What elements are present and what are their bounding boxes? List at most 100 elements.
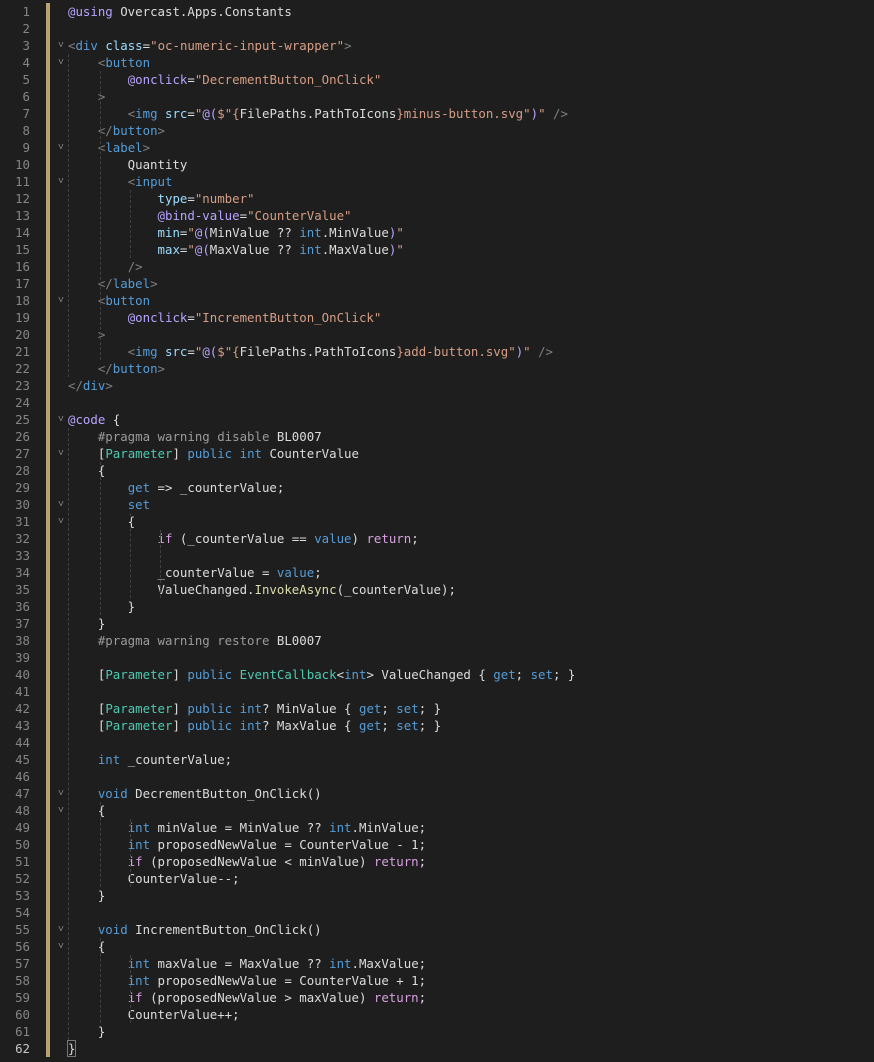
code-token: ValueChanged. — [68, 582, 255, 597]
code-line[interactable]: 59 if (proposedNewValue > maxValue) retu… — [0, 989, 874, 1006]
code-line[interactable]: 58 int proposedNewValue = CounterValue +… — [0, 972, 874, 989]
code-line[interactable]: 28 { — [0, 462, 874, 479]
code-line[interactable]: 12 type="number" — [0, 190, 874, 207]
fold-chevron-icon[interactable]: ˅ — [56, 411, 66, 428]
line-number: 23 — [15, 378, 30, 393]
code-line[interactable]: 53 } — [0, 887, 874, 904]
fold-chevron-icon[interactable]: ˅ — [56, 292, 66, 309]
code-line[interactable]: 31 ˅ { — [0, 513, 874, 530]
code-line[interactable]: 21 <img src="@($"{FilePaths.PathToIcons}… — [0, 343, 874, 360]
code-line[interactable]: 7 <img src="@($"{FilePaths.PathToIcons}m… — [0, 105, 874, 122]
code-line[interactable]: 41 — [0, 683, 874, 700]
code-line[interactable]: 6 > — [0, 88, 874, 105]
fold-chevron-icon[interactable]: ˅ — [56, 496, 66, 513]
fold-chevron-icon[interactable]: ˅ — [56, 445, 66, 462]
code-line[interactable]: 60 CounterValue++; — [0, 1006, 874, 1023]
code-line[interactable]: 14 min="@(MinValue ?? int.MinValue)" — [0, 224, 874, 241]
code-line[interactable]: 16 /> — [0, 258, 874, 275]
code-line[interactable]: 52 CounterValue--; — [0, 870, 874, 887]
line-number: 61 — [15, 1024, 30, 1039]
code-token: MaxValue ?? — [209, 242, 300, 257]
code-token: input — [135, 174, 173, 189]
code-line[interactable]: 32 if (_counterValue == value) return; — [0, 530, 874, 547]
code-line[interactable]: 13 @bind-value="CounterValue" — [0, 207, 874, 224]
code-line[interactable]: 33 — [0, 547, 874, 564]
code-line[interactable]: 34 _counterValue = value; — [0, 564, 874, 581]
code-text: int maxValue = MaxValue ?? int.MaxValue; — [68, 955, 426, 972]
code-line[interactable]: 24 — [0, 394, 874, 411]
code-line[interactable]: 23 </div> — [0, 377, 874, 394]
code-editor[interactable]: 1 @using Overcast.Apps.Constants 2 3 ˅ <div c… — [0, 0, 874, 1062]
code-token: label — [105, 140, 143, 155]
fold-chevron-icon[interactable]: ˅ — [56, 785, 66, 802]
code-line[interactable]: 49 int minValue = MinValue ?? int.MinVal… — [0, 819, 874, 836]
code-text: } — [66, 1040, 77, 1057]
code-line[interactable]: 15 max="@(MaxValue ?? int.MaxValue)" — [0, 241, 874, 258]
code-line[interactable]: 1 @using Overcast.Apps.Constants — [0, 3, 874, 20]
code-line[interactable]: 56 ˅ { — [0, 938, 874, 955]
code-line[interactable]: 40 [Parameter] public EventCallback<int>… — [0, 666, 874, 683]
code-line[interactable]: 29 get => _counterValue; — [0, 479, 874, 496]
code-line[interactable]: 42 [Parameter] public int? MinValue { ge… — [0, 700, 874, 717]
code-line[interactable]: 62} — [0, 1040, 874, 1057]
code-token: .MaxValue; — [351, 956, 427, 971]
code-token: ; } — [552, 667, 576, 682]
code-line[interactable]: 11 ˅ <input — [0, 173, 874, 190]
code-token: = — [142, 38, 151, 53]
code-line[interactable]: 35 ValueChanged.InvokeAsync(_counterValu… — [0, 581, 874, 598]
code-line[interactable]: 19 @onclick="IncrementButton_OnClick" — [0, 309, 874, 326]
change-indicator — [46, 190, 50, 207]
change-indicator — [46, 54, 50, 71]
code-line[interactable]: 45 int _counterValue; — [0, 751, 874, 768]
fold-chevron-icon[interactable]: ˅ — [56, 802, 66, 819]
code-line[interactable]: 36 } — [0, 598, 874, 615]
code-line[interactable]: 26 #pragma warning disable BL0007 — [0, 428, 874, 445]
code-line[interactable]: 47 ˅ void DecrementButton_OnClick() — [0, 785, 874, 802]
code-line[interactable]: 18 ˅ <button — [0, 292, 874, 309]
code-line[interactable]: 61 } — [0, 1023, 874, 1040]
code-token: ; } — [418, 701, 442, 716]
fold-chevron-icon[interactable]: ˅ — [56, 513, 66, 530]
code-line[interactable]: 38 #pragma warning restore BL0007 — [0, 632, 874, 649]
code-line[interactable]: 4 ˅ <button — [0, 54, 874, 71]
code-line[interactable]: 22 </button> — [0, 360, 874, 377]
code-token: " — [396, 225, 404, 240]
code-line[interactable]: 43 [Parameter] public int? MaxValue { ge… — [0, 717, 874, 734]
code-token: ] — [172, 718, 188, 733]
code-line[interactable]: 17 </label> — [0, 275, 874, 292]
line-number: 24 — [15, 395, 30, 410]
code-line[interactable]: 25 ˅ @code { — [0, 411, 874, 428]
code-line[interactable]: 54 — [0, 904, 874, 921]
code-line[interactable]: 9 ˅ <label> — [0, 139, 874, 156]
line-number: 15 — [15, 242, 30, 257]
code-line[interactable]: 57 int maxValue = MaxValue ?? int.MaxVal… — [0, 955, 874, 972]
fold-chevron-icon[interactable]: ˅ — [56, 139, 66, 156]
code-line[interactable]: 2 — [0, 20, 874, 37]
line-number: 12 — [15, 191, 30, 206]
code-line[interactable]: 27 ˅ [Parameter] public int CounterValue — [0, 445, 874, 462]
fold-chevron-icon[interactable]: ˅ — [56, 938, 66, 955]
code-line[interactable]: 37 } — [0, 615, 874, 632]
code-line[interactable]: 55 ˅ void IncrementButton_OnClick() — [0, 921, 874, 938]
code-line[interactable]: 20 > — [0, 326, 874, 343]
code-line[interactable]: 48 ˅ { — [0, 802, 874, 819]
fold-chevron-icon[interactable]: ˅ — [56, 37, 66, 54]
code-line[interactable]: 39 — [0, 649, 874, 666]
fold-chevron-icon[interactable]: ˅ — [56, 921, 66, 938]
code-token: public — [187, 718, 233, 733]
code-token: button — [112, 123, 158, 138]
code-token: set — [530, 667, 553, 682]
code-line[interactable]: 8 </button> — [0, 122, 874, 139]
code-line[interactable]: 46 — [0, 768, 874, 785]
fold-chevron-icon[interactable]: ˅ — [56, 54, 66, 71]
code-line[interactable]: 3 ˅ <div class="oc-numeric-input-wrapper"> — [0, 37, 874, 54]
code-line[interactable]: 10 Quantity — [0, 156, 874, 173]
code-line[interactable]: 44 — [0, 734, 874, 751]
code-token: = — [187, 106, 195, 121]
fold-chevron-icon[interactable]: ˅ — [56, 173, 66, 190]
code-line[interactable]: 50 int proposedNewValue = CounterValue -… — [0, 836, 874, 853]
code-line[interactable]: 30 ˅ set — [0, 496, 874, 513]
code-line[interactable]: 51 if (proposedNewValue < minValue) retu… — [0, 853, 874, 870]
code-line[interactable]: 5 @onclick="DecrementButton_OnClick" — [0, 71, 874, 88]
